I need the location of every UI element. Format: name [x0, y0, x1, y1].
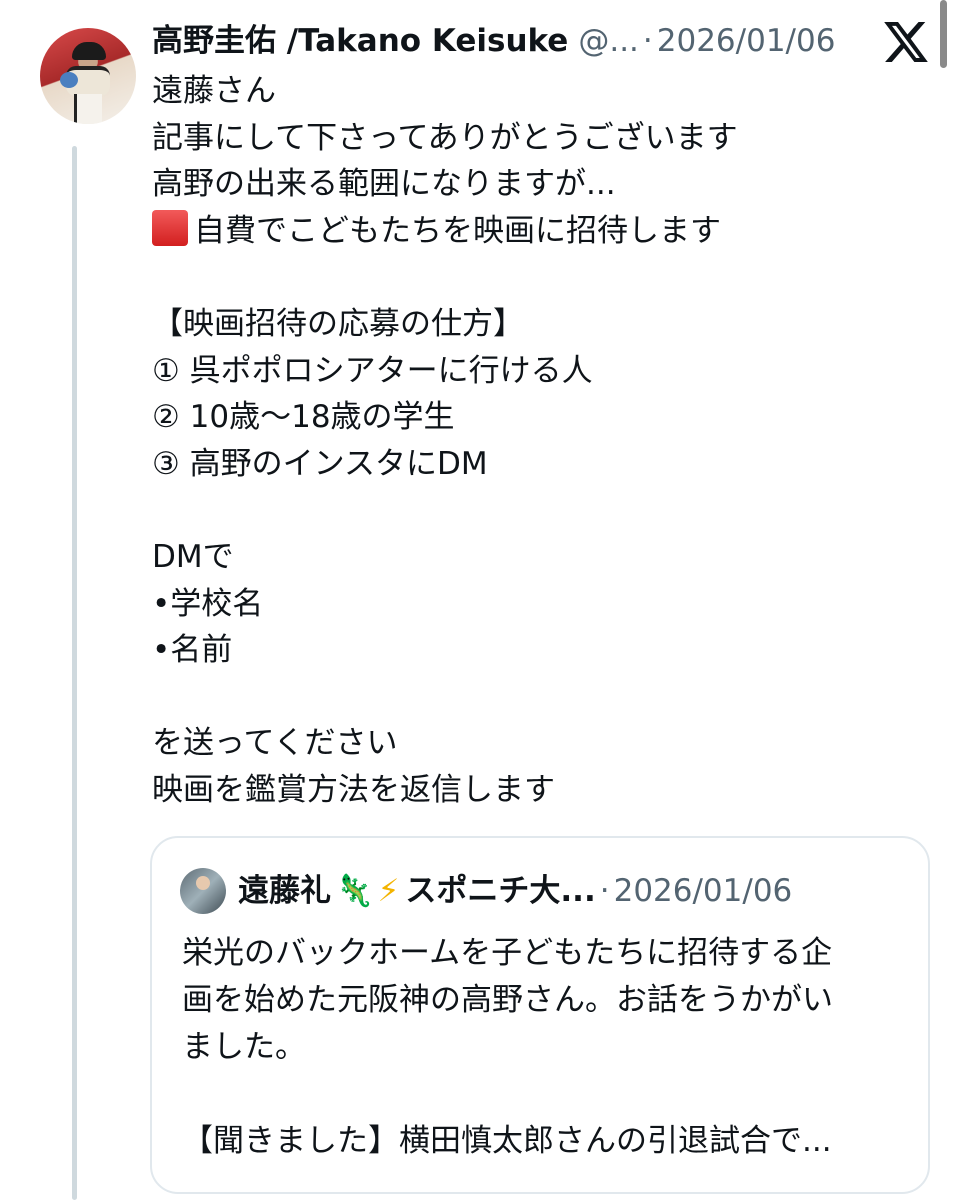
- post-line: 高野の出来る範囲になりますが...: [152, 166, 616, 203]
- post-line-blank: [152, 487, 912, 534]
- lightning-emoji-icon: ⚡: [377, 873, 400, 909]
- quoted-post-body: 栄光のバックホームを子どもたちに招待する企 画を始めた元阪神の高野さん。お話をう…: [182, 930, 912, 1165]
- post-line: ③ 高野のインスタにDM: [152, 445, 488, 482]
- post-line: 記事にして下さってありがとうございます: [152, 119, 738, 156]
- red-square-icon: [152, 209, 188, 246]
- avatar-cap: [72, 42, 106, 60]
- post-line: •名前: [152, 632, 233, 669]
- quoted-author-name-rest: スポニチ大...: [405, 873, 596, 909]
- post-line: ① 呉ポポロシアターに行ける人: [152, 352, 593, 389]
- post-body: 遠藤さん 記事にして下さってありがとうございます 高野の出来る範囲になりますが.…: [152, 68, 912, 814]
- author-avatar[interactable]: [40, 28, 136, 124]
- quoted-post-date: 2026/01/06: [613, 873, 793, 909]
- post-line-blank: [152, 674, 912, 721]
- thread-line: [72, 146, 77, 1200]
- gecko-emoji-icon: 🦎: [335, 873, 374, 909]
- quoted-author-name: 遠藤礼: [238, 873, 331, 909]
- quoted-header-separator: ·: [599, 873, 610, 909]
- quoted-post-card[interactable]: 遠藤礼 🦎 ⚡ スポニチ大... · 2026/01/06 栄光のバックホームを…: [150, 836, 930, 1194]
- x-logo-icon[interactable]: [884, 22, 928, 62]
- post-line: DMで: [152, 538, 234, 575]
- quoted-post-line: ました。: [182, 1029, 306, 1065]
- quoted-post-line: 画を始めた元阪神の高野さん。お話をうかがい: [182, 982, 833, 1018]
- post-date[interactable]: 2026/01/06: [657, 20, 836, 62]
- quoted-post-line: 栄光のバックホームを子どもたちに招待する企: [182, 935, 833, 971]
- post-line-blank: [152, 254, 912, 301]
- post-line-text: 自費でこどもたちを映画に招待します: [194, 212, 721, 249]
- avatar-pants: [74, 94, 102, 124]
- quoted-post-line-blank: [182, 1071, 912, 1118]
- post-line-invite: 自費でこどもたちを映画に招待します: [152, 208, 912, 255]
- author-name[interactable]: 高野圭佑 /Takano Keisuke: [152, 20, 568, 62]
- quoted-post-line: 【聞きました】横田慎太郎さんの引退試合で...: [182, 1123, 832, 1159]
- quoted-author-avatar: [180, 868, 226, 914]
- scrollbar[interactable]: [940, 0, 947, 68]
- avatar-glove: [60, 72, 78, 88]
- post-header: 高野圭佑 /Takano Keisuke @... · 2026/01/06: [152, 20, 835, 62]
- post-line: ② 10歳〜18歳の学生: [152, 399, 455, 436]
- post-line: 映画を鑑賞方法を返信します: [152, 771, 555, 808]
- author-handle[interactable]: @...: [578, 20, 639, 62]
- post-line: •学校名: [152, 585, 264, 622]
- post-line: 【映画招待の応募の仕方】: [152, 305, 524, 342]
- post-line: を送ってください: [152, 725, 398, 762]
- quoted-post-header: 遠藤礼 🦎 ⚡ スポニチ大... · 2026/01/06: [180, 868, 792, 914]
- post-line: 遠藤さん: [152, 73, 276, 109]
- header-separator: ·: [642, 23, 653, 59]
- post-page: 高野圭佑 /Takano Keisuke @... · 2026/01/06 遠…: [0, 0, 953, 1200]
